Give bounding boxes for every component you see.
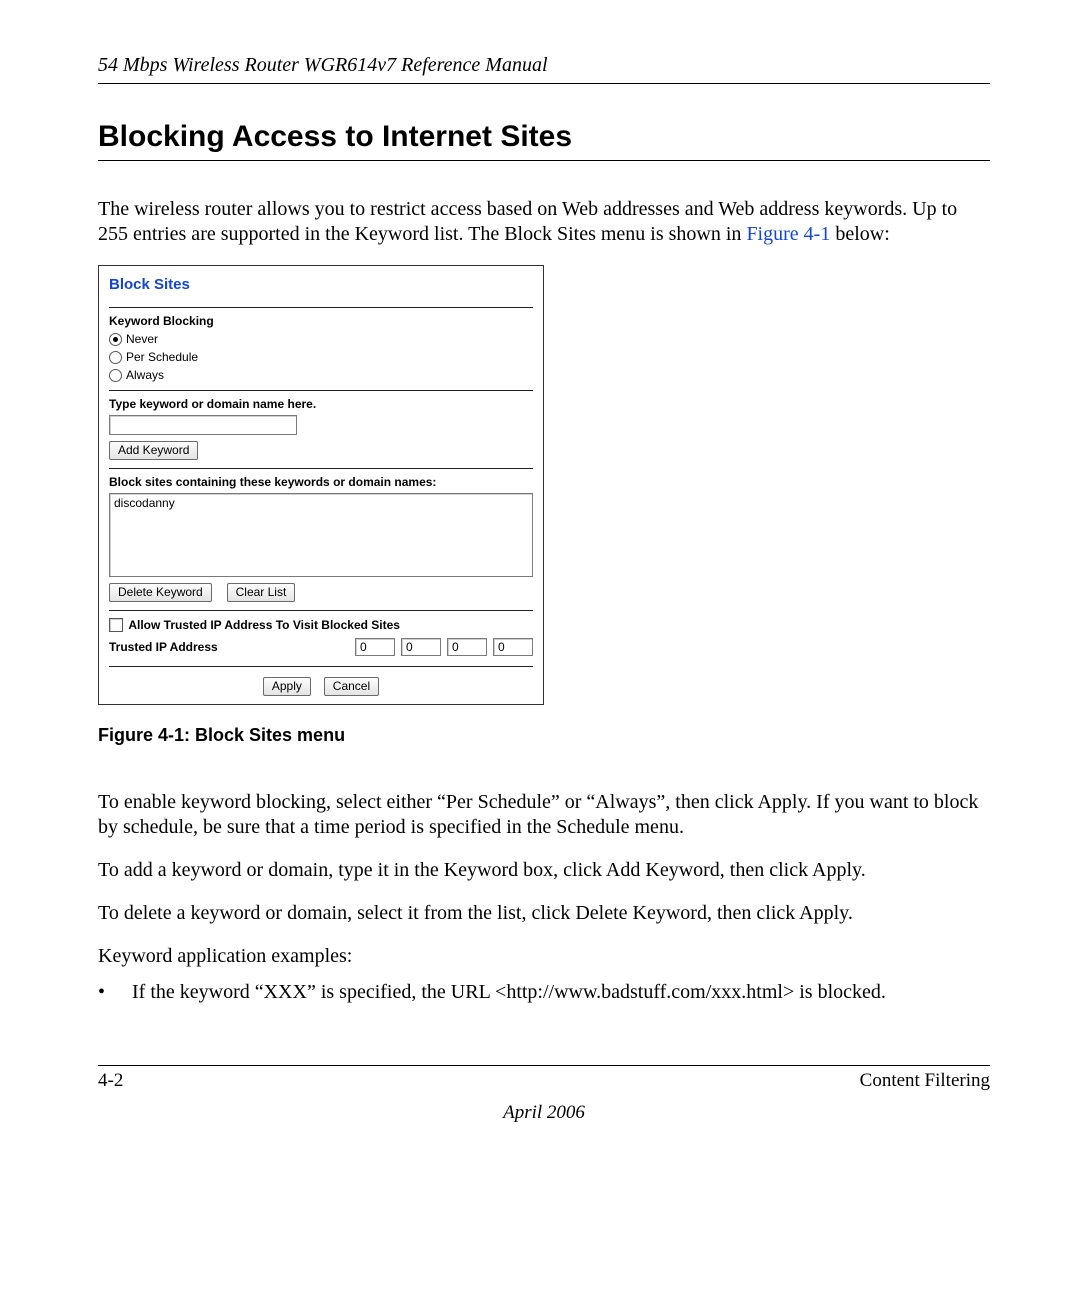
radio-per-schedule-row[interactable]: Per Schedule xyxy=(109,348,533,366)
trusted-ip-label: Trusted IP Address xyxy=(109,640,218,654)
radio-always-row[interactable]: Always xyxy=(109,366,533,384)
footer-rule xyxy=(98,1065,990,1066)
trusted-ip-octet-1[interactable]: 0 xyxy=(355,638,395,656)
block-list-label: Block sites containing these keywords or… xyxy=(109,475,533,489)
running-header: 54 Mbps Wireless Router WGR614v7 Referen… xyxy=(98,54,990,77)
keyword-blocking-label: Keyword Blocking xyxy=(109,314,533,328)
clear-list-button[interactable]: Clear List xyxy=(227,583,296,602)
divider xyxy=(109,390,533,391)
divider xyxy=(109,610,533,611)
header-rule xyxy=(98,83,990,84)
keyword-input[interactable] xyxy=(109,415,297,435)
title-rule xyxy=(98,160,990,161)
trusted-ip-group: 0 0 0 0 xyxy=(355,638,533,656)
delete-keyword-button[interactable]: Delete Keyword xyxy=(109,583,212,602)
block-list-item[interactable]: discodanny xyxy=(114,496,528,510)
footer-date: April 2006 xyxy=(98,1102,990,1124)
figure-reference-link[interactable]: Figure 4-1 xyxy=(746,223,830,245)
paragraph-enable: To enable keyword blocking, select eithe… xyxy=(98,790,990,840)
bullet-marker: • xyxy=(98,979,132,1005)
intro-text-after: below: xyxy=(830,223,889,245)
footer-section-name: Content Filtering xyxy=(860,1070,990,1092)
panel-title: Block Sites xyxy=(109,276,533,293)
bullet-text: If the keyword “XXX” is specified, the U… xyxy=(132,979,990,1005)
divider xyxy=(109,307,533,308)
radio-never-label: Never xyxy=(126,330,158,348)
block-list[interactable]: discodanny xyxy=(109,493,533,577)
radio-per-schedule[interactable] xyxy=(109,351,122,364)
paragraph-add: To add a keyword or domain, type it in t… xyxy=(98,858,990,883)
trusted-ip-octet-3[interactable]: 0 xyxy=(447,638,487,656)
radio-never-row[interactable]: Never xyxy=(109,330,533,348)
allow-trusted-label: Allow Trusted IP Address To Visit Blocke… xyxy=(128,618,400,632)
figure-caption: Figure 4-1: Block Sites menu xyxy=(98,725,990,746)
paragraph-examples-lead: Keyword application examples: xyxy=(98,944,990,969)
divider xyxy=(109,666,533,667)
trusted-ip-octet-2[interactable]: 0 xyxy=(401,638,441,656)
radio-always[interactable] xyxy=(109,369,122,382)
allow-trusted-checkbox[interactable] xyxy=(109,618,123,632)
block-sites-screenshot: Block Sites Keyword Blocking Never Per S… xyxy=(98,265,544,705)
trusted-ip-octet-4[interactable]: 0 xyxy=(493,638,533,656)
cancel-button[interactable]: Cancel xyxy=(324,677,379,696)
radio-per-schedule-label: Per Schedule xyxy=(126,348,198,366)
type-keyword-label: Type keyword or domain name here. xyxy=(109,397,533,411)
paragraph-delete: To delete a keyword or domain, select it… xyxy=(98,901,990,926)
footer-page-number: 4-2 xyxy=(98,1070,123,1092)
radio-never[interactable] xyxy=(109,333,122,346)
intro-paragraph: The wireless router allows you to restri… xyxy=(98,197,990,247)
add-keyword-button[interactable]: Add Keyword xyxy=(109,441,198,460)
bullet-item: • If the keyword “XXX” is specified, the… xyxy=(98,979,990,1005)
apply-button[interactable]: Apply xyxy=(263,677,311,696)
radio-always-label: Always xyxy=(126,366,164,384)
page-title: Blocking Access to Internet Sites xyxy=(98,120,990,154)
divider xyxy=(109,468,533,469)
